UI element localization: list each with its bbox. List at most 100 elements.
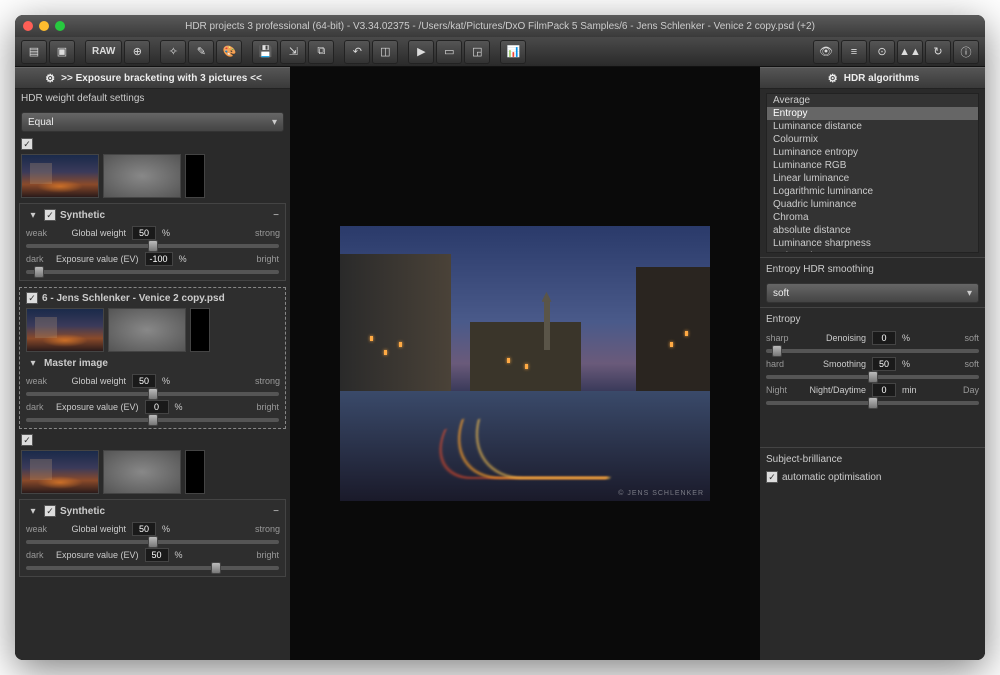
- slider-value[interactable]: 0: [872, 331, 896, 345]
- thumb-mask[interactable]: [185, 450, 205, 494]
- import-button[interactable]: ⊕: [124, 40, 150, 64]
- smoothing-dropdown[interactable]: soft: [766, 283, 979, 303]
- algorithm-list[interactable]: AverageEntropyLuminance distanceColourmi…: [766, 93, 979, 253]
- algorithm-item[interactable]: Colour sharpness: [767, 250, 978, 253]
- ev-value[interactable]: 0: [145, 400, 169, 414]
- slider-value[interactable]: 0: [872, 383, 896, 397]
- eye-button[interactable]: 👁: [813, 40, 839, 64]
- entropy-label: Entropy: [760, 307, 985, 329]
- algorithm-item[interactable]: Logarithmic luminance: [767, 185, 978, 198]
- right-panel: ⚙ HDR algorithms AverageEntropyLuminance…: [760, 67, 985, 660]
- preset-dropdown[interactable]: Equal: [21, 112, 284, 132]
- left-panel: ⚙ >> Exposure bracketing with 3 pictures…: [15, 67, 290, 660]
- raw-button[interactable]: RAW: [85, 40, 122, 64]
- timeline-button[interactable]: ▭: [436, 40, 462, 64]
- main-toolbar: ▤ ▣ RAW ⊕ ✧ ✎ 🎨 💾 ⇲ ⧉ ↶ ◫ ▶ ▭ ◲ 📊 👁 ≡ ⊙ …: [15, 37, 985, 67]
- bracket-name: 6 - Jens Schlenker - Venice 2 copy.psd: [42, 293, 225, 304]
- flip-button[interactable]: ▲▲: [897, 40, 923, 64]
- thumb-mask[interactable]: [185, 154, 205, 198]
- weight-slider[interactable]: [26, 392, 279, 396]
- algorithm-item[interactable]: Quadric luminance: [767, 198, 978, 211]
- gear-icon[interactable]: ⚙: [43, 71, 57, 85]
- weight-slider[interactable]: [26, 244, 279, 248]
- algorithm-item[interactable]: Luminance RGB: [767, 159, 978, 172]
- ev-value[interactable]: 50: [145, 548, 169, 562]
- brilliance-label: Subject-brilliance: [760, 447, 985, 469]
- zoom-button[interactable]: ⊙: [869, 40, 895, 64]
- minus-icon[interactable]: −: [273, 506, 279, 517]
- save-button[interactable]: 💾: [252, 40, 278, 64]
- entropy-slider[interactable]: [766, 349, 979, 353]
- app-window: HDR projects 3 professional (64-bit) - V…: [15, 15, 985, 660]
- undo-button[interactable]: ↶: [344, 40, 370, 64]
- algorithm-item[interactable]: Colourmix: [767, 133, 978, 146]
- export-button[interactable]: ⇲: [280, 40, 306, 64]
- algorithm-item[interactable]: Luminance entropy: [767, 146, 978, 159]
- thumb-weight[interactable]: [103, 154, 181, 198]
- image-preview[interactable]: © JENS SCHLENKER: [340, 226, 710, 501]
- weight-value[interactable]: 50: [132, 374, 156, 388]
- gear-icon[interactable]: ⚙: [826, 71, 840, 85]
- new-button[interactable]: ▤: [21, 40, 47, 64]
- content-area: ⚙ >> Exposure bracketing with 3 pictures…: [15, 67, 985, 660]
- collapse-icon[interactable]: ▾: [26, 504, 40, 518]
- minimize-icon[interactable]: [39, 21, 49, 31]
- refresh-button[interactable]: ↻: [925, 40, 951, 64]
- master-label: Master image: [44, 358, 108, 369]
- layers-button[interactable]: ≡: [841, 40, 867, 64]
- thumb-mask[interactable]: [190, 308, 210, 352]
- thumb-preview[interactable]: [21, 450, 99, 494]
- thumb-preview[interactable]: [21, 154, 99, 198]
- slider-value[interactable]: 50: [872, 357, 896, 371]
- wand-button[interactable]: ✧: [160, 40, 186, 64]
- thumb-preview[interactable]: [26, 308, 104, 352]
- bracket-name: Synthetic: [60, 210, 105, 221]
- bracket-checkbox[interactable]: ✓: [44, 209, 56, 221]
- bracket-item: ▾ ✓ Synthetic − weak Global weight 50 % …: [19, 499, 286, 577]
- smoothing-label: Entropy HDR smoothing: [760, 257, 985, 279]
- algorithm-item[interactable]: Chroma: [767, 211, 978, 224]
- ev-slider[interactable]: [26, 566, 279, 570]
- algorithm-item[interactable]: Entropy: [767, 107, 978, 120]
- collapse-icon[interactable]: ▾: [26, 208, 40, 222]
- algorithm-item[interactable]: Average: [767, 94, 978, 107]
- algorithm-item[interactable]: Linear luminance: [767, 172, 978, 185]
- play-button[interactable]: ▶: [408, 40, 434, 64]
- open-button[interactable]: ▣: [49, 40, 75, 64]
- titlebar: HDR projects 3 professional (64-bit) - V…: [15, 15, 985, 37]
- algorithm-item[interactable]: Luminance distance: [767, 120, 978, 133]
- entropy-slider[interactable]: [766, 375, 979, 379]
- entropy-slider[interactable]: [766, 401, 979, 405]
- bracket-checkbox[interactable]: ✓: [26, 292, 38, 304]
- enable-all-checkbox[interactable]: ✓: [21, 138, 33, 150]
- thumb-weight[interactable]: [103, 450, 181, 494]
- brush-button[interactable]: ✎: [188, 40, 214, 64]
- close-icon[interactable]: [23, 21, 33, 31]
- watermark: © JENS SCHLENKER: [618, 490, 704, 497]
- bracket-checkbox[interactable]: ✓: [44, 505, 56, 517]
- batch-button[interactable]: ⧉: [308, 40, 334, 64]
- ev-slider[interactable]: [26, 418, 279, 422]
- zoom-icon[interactable]: [55, 21, 65, 31]
- weight-slider[interactable]: [26, 540, 279, 544]
- overview-thumbs: [15, 152, 290, 200]
- algorithm-item[interactable]: Luminance sharpness: [767, 237, 978, 250]
- weight-value[interactable]: 50: [132, 522, 156, 536]
- defaults-label: HDR weight default settings: [15, 89, 290, 108]
- enable-checkbox[interactable]: ✓: [21, 434, 33, 446]
- collapse-icon[interactable]: ▾: [26, 356, 40, 370]
- compare-button[interactable]: ◫: [372, 40, 398, 64]
- minus-icon[interactable]: −: [273, 210, 279, 221]
- auto-opt-checkbox[interactable]: ✓: [766, 471, 778, 483]
- ev-value[interactable]: -100: [145, 252, 173, 266]
- bracket-name: Synthetic: [60, 506, 105, 517]
- crop-button[interactable]: ◲: [464, 40, 490, 64]
- algorithm-item[interactable]: absolute distance: [767, 224, 978, 237]
- weight-value[interactable]: 50: [132, 226, 156, 240]
- palette-button[interactable]: 🎨: [216, 40, 242, 64]
- window-controls: [23, 21, 65, 31]
- thumb-weight[interactable]: [108, 308, 186, 352]
- ev-slider[interactable]: [26, 270, 279, 274]
- info-button[interactable]: ⓘ: [953, 40, 979, 64]
- histogram-button[interactable]: 📊: [500, 40, 526, 64]
